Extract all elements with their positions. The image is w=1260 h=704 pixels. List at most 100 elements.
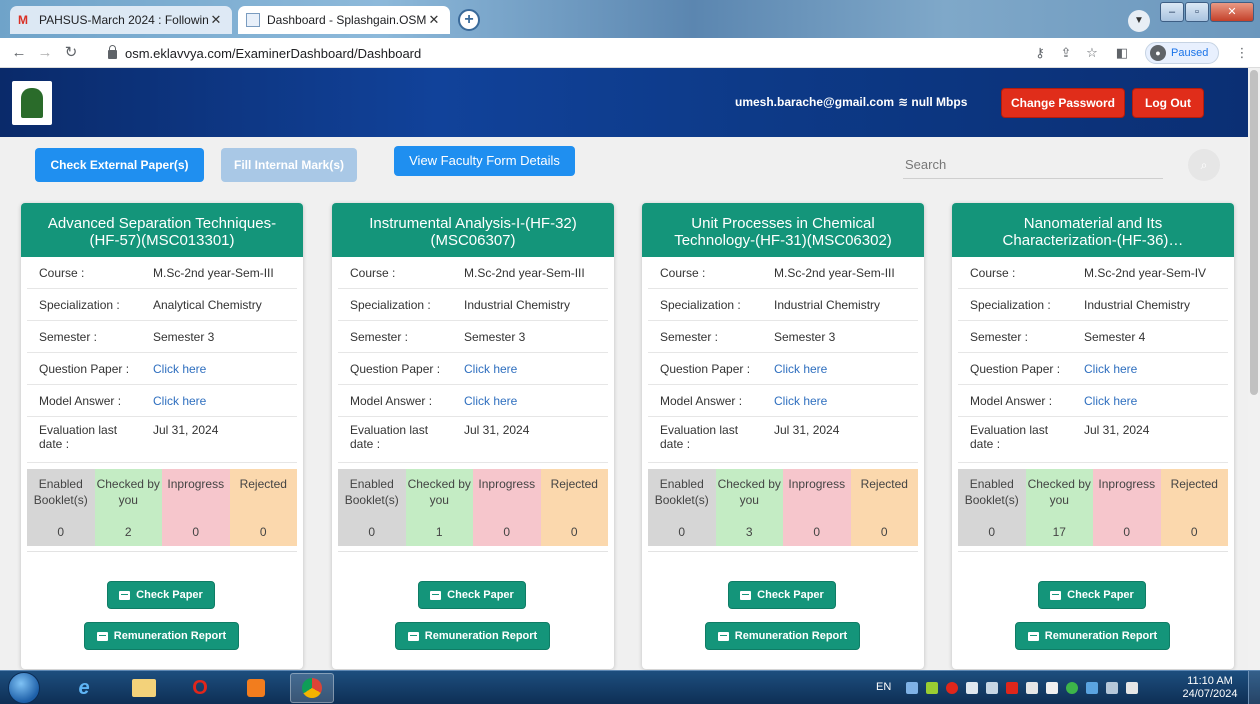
media-player-icon[interactable]	[234, 673, 278, 703]
question-paper-link[interactable]: Click here	[774, 362, 827, 376]
bookmark-star-icon[interactable]: ☆	[1082, 42, 1102, 64]
enabled-count: 0	[338, 519, 406, 546]
remuneration-report-button[interactable]: Remuneration Report	[395, 622, 550, 650]
profile-paused-button[interactable]: ● Paused	[1145, 42, 1219, 64]
side-panel-icon[interactable]: ◧	[1112, 42, 1132, 64]
inprogress-stat: Inprogress 0	[473, 469, 541, 546]
scrollbar-thumb[interactable]	[1250, 70, 1258, 395]
card-title-line: Advanced Separation Techniques-	[47, 215, 277, 232]
opera-icon[interactable]: O	[178, 673, 222, 703]
show-desktop-button[interactable]	[1248, 671, 1260, 704]
menu-dots-icon[interactable]: ⋮	[1232, 42, 1252, 64]
remuneration-report-button[interactable]: Remuneration Report	[705, 622, 860, 650]
share-icon[interactable]: ⇪	[1056, 42, 1076, 64]
inprogress-stat: Inprogress 0	[1093, 469, 1161, 546]
question-paper-label: Question Paper :	[39, 362, 130, 376]
check-paper-button[interactable]: Check Paper	[418, 581, 526, 609]
evaluation-date-value: Jul 31, 2024	[153, 423, 219, 437]
checked-count: 17	[1025, 519, 1093, 546]
status-tray-icon[interactable]	[1066, 682, 1078, 694]
onedrive-icon[interactable]	[906, 682, 918, 694]
maximize-button[interactable]: ▫	[1185, 2, 1209, 22]
book-icon	[740, 590, 752, 600]
system-clock[interactable]: 11:10 AM 24/07/2024	[1180, 675, 1240, 701]
tab-search-icon[interactable]: ▼	[1128, 10, 1150, 32]
ie-icon[interactable]: e	[62, 673, 106, 703]
specialization-label: Specialization :	[970, 298, 1051, 312]
question-paper-row: Question Paper : Click here	[958, 353, 1228, 385]
specialization-label: Specialization :	[39, 298, 120, 312]
link-icon[interactable]	[966, 682, 978, 694]
model-answer-row: Model Answer : Click here	[648, 385, 918, 417]
back-icon[interactable]: ←	[8, 42, 30, 64]
display-icon[interactable]	[986, 682, 998, 694]
rejected-stat: Rejected 0	[540, 469, 608, 546]
url-field[interactable]: osm.eklavvya.com/ExaminerDashboard/Dashb…	[108, 42, 1008, 64]
course-value: M.Sc-2nd year-Sem-III	[774, 266, 895, 280]
browser-tab-gmail[interactable]: M PAHSUS-March 2024 : Following ✕	[10, 6, 232, 34]
search-input[interactable]: Search	[905, 157, 946, 172]
book-icon	[407, 631, 419, 641]
url-text: osm.eklavvya.com/ExaminerDashboard/Dashb…	[125, 45, 422, 61]
question-paper-link[interactable]: Click here	[464, 362, 517, 376]
close-tab-icon[interactable]: ✕	[208, 12, 224, 28]
reload-icon[interactable]: ↻	[60, 42, 82, 64]
action-center-icon[interactable]	[1046, 682, 1058, 694]
check-external-papers-button[interactable]: Check External Paper(s)	[35, 148, 204, 182]
course-value: M.Sc-2nd year-Sem-III	[153, 266, 274, 280]
forward-icon[interactable]: →	[34, 42, 56, 64]
opera-tray-icon[interactable]	[946, 682, 958, 694]
model-answer-link[interactable]: Click here	[1084, 394, 1137, 408]
question-paper-link[interactable]: Click here	[153, 362, 206, 376]
model-answer-link[interactable]: Click here	[153, 394, 206, 408]
start-button[interactable]	[8, 672, 40, 704]
model-answer-link[interactable]: Click here	[774, 394, 827, 408]
browser-tab-dashboard[interactable]: Dashboard - Splashgain.OSM ✕	[238, 6, 450, 34]
volume-icon[interactable]	[1126, 682, 1138, 694]
rejected-stat: Rejected 0	[850, 469, 918, 546]
evaluation-date-label: Evaluation last date :	[350, 423, 429, 451]
antivirus-icon[interactable]	[1006, 682, 1018, 694]
network-icon[interactable]	[1086, 682, 1098, 694]
file-explorer-icon[interactable]	[122, 673, 166, 703]
enabled-stat: Enabled Booklet(s) 0	[338, 469, 406, 546]
check-paper-button[interactable]: Check Paper	[107, 581, 215, 609]
language-indicator[interactable]: EN	[876, 681, 891, 693]
model-answer-link[interactable]: Click here	[464, 394, 517, 408]
change-password-button[interactable]: Change Password	[1001, 88, 1125, 118]
tray-app-icon[interactable]	[926, 682, 938, 694]
check-paper-button[interactable]: Check Paper	[728, 581, 836, 609]
view-faculty-form-button[interactable]: View Faculty Form Details	[394, 146, 575, 176]
course-label: Course :	[970, 266, 1016, 280]
inprogress-count: 0	[473, 519, 541, 546]
remuneration-report-button[interactable]: Remuneration Report	[1015, 622, 1170, 650]
logout-button[interactable]: Log Out	[1132, 88, 1204, 118]
search-icon[interactable]: ⌕	[1188, 149, 1220, 181]
clock-time: 11:10 AM	[1187, 675, 1233, 687]
minimize-button[interactable]: –	[1160, 2, 1184, 22]
tab-title: PAHSUS-March 2024 : Following	[39, 13, 208, 27]
fill-internal-marks-button[interactable]: Fill Internal Mark(s)	[221, 148, 357, 182]
model-answer-row: Model Answer : Click here	[338, 385, 608, 417]
close-window-button[interactable]: ✕	[1210, 2, 1254, 22]
check-paper-button[interactable]: Check Paper	[1038, 581, 1146, 609]
checked-header: Checked by you	[405, 469, 473, 519]
speaker-tray-icon[interactable]	[1026, 682, 1038, 694]
key-icon[interactable]: ⚷	[1030, 42, 1050, 64]
close-tab-icon[interactable]: ✕	[426, 12, 442, 28]
new-tab-button[interactable]: +	[458, 9, 480, 31]
question-paper-link[interactable]: Click here	[1084, 362, 1137, 376]
page-scrollbar[interactable]	[1248, 68, 1260, 670]
check-paper-label: Check Paper	[1067, 589, 1134, 601]
card-title-line: Instrumental Analysis-I-(HF-32)	[369, 215, 577, 232]
remuneration-report-button[interactable]: Remuneration Report	[84, 622, 239, 650]
enabled-count: 0	[958, 519, 1026, 546]
check-paper-label: Check Paper	[757, 589, 824, 601]
book-icon	[430, 590, 442, 600]
power-icon[interactable]	[1106, 682, 1118, 694]
subject-card: Unit Processes in Chemical Technology-(H…	[642, 203, 924, 669]
check-paper-label: Check Paper	[447, 589, 514, 601]
chrome-icon[interactable]	[290, 673, 334, 703]
specialization-label: Specialization :	[350, 298, 431, 312]
checked-stat: Checked by you 17	[1025, 469, 1093, 546]
